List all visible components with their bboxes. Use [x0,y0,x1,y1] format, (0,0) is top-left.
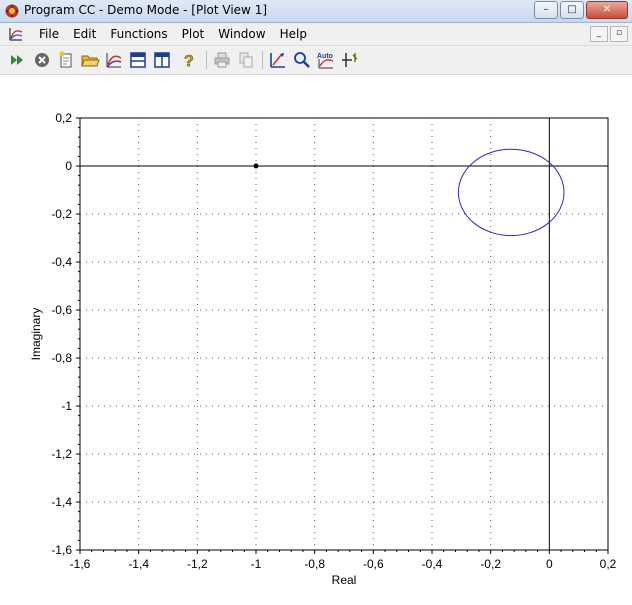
help-icon: ? [184,53,194,71]
y-tick-label: -1,6 [51,543,72,557]
plot-settings-button[interactable] [268,50,288,70]
open-button[interactable] [80,50,100,70]
y-tick-label: -0,8 [51,351,72,365]
close-button[interactable]: ✕ [586,1,628,19]
print-icon [214,52,230,68]
y-tick-label: 0 [65,159,72,173]
help-button[interactable]: ? [178,50,198,71]
x-axis-title: Real [332,573,357,587]
y-tick-label: 0,2 [55,111,72,125]
svg-text:?: ? [184,53,194,70]
open-folder-icon [81,55,100,67]
new-button[interactable] [56,50,76,70]
maximize-button[interactable]: □ [560,1,584,19]
y-tick-label: -1 [61,399,72,413]
plot-lines-icon [106,53,122,68]
app-icon [5,4,19,18]
plot-button[interactable] [104,50,124,70]
auto-scale-button[interactable]: Auto [316,50,336,70]
copy-icon [239,52,253,68]
critical-point-marker [253,163,259,169]
run-icon [11,55,23,65]
split-vertical-icon [154,52,170,68]
plot-frame [79,117,609,551]
x-tick-label: 0 [546,557,553,571]
menu-edit[interactable]: Edit [66,27,103,41]
x-tick-label: -1,6 [70,557,91,571]
new-document-icon [59,51,72,68]
x-tick-label: -0,4 [422,557,443,571]
toolbar-separator [262,51,263,69]
run-button[interactable] [8,50,28,70]
y-axis-title: Imaginary [29,308,43,361]
menu-file[interactable]: File [32,27,66,41]
x-tick-label: -1 [251,557,262,571]
x-tick-label: -1,2 [187,557,208,571]
x-tick-label: 0,2 [600,557,617,571]
split-horizontal-icon [130,52,146,68]
crosshair-button[interactable] [340,50,360,70]
menu-functions[interactable]: Functions [103,27,174,41]
title-bar: Program CC - Demo Mode - [Plot View 1] –… [0,0,632,23]
x-tick-label: -0,2 [480,557,501,571]
toolbar: ? Auto [0,46,632,75]
copy-button[interactable] [236,50,256,70]
y-tick-label: -1,2 [51,447,72,461]
plot-view-icon[interactable] [8,26,24,42]
toolbar-separator [206,51,207,69]
menu-help[interactable]: Help [273,27,314,41]
child-minimize-button[interactable]: _ [590,26,608,42]
y-tick-label: -0,2 [51,207,72,221]
y-tick-label: -0,6 [51,303,72,317]
print-button[interactable] [212,50,232,70]
menu-plot[interactable]: Plot [175,27,212,41]
y-tick-label: -1,4 [51,495,72,509]
zoom-icon [294,52,310,68]
child-restore-button[interactable]: ▫ [610,26,628,42]
menu-bar: File Edit Functions Plot Window Help _ ▫ [0,23,632,46]
stop-icon [35,53,49,67]
minimize-button[interactable]: – [534,1,558,19]
x-tick-label: -0,6 [363,557,384,571]
zoom-button[interactable] [292,50,312,70]
auto-scale-label: Auto [317,53,333,60]
x-tick-label: -0,8 [304,557,325,571]
stop-button[interactable] [32,50,52,70]
split-horizontal-button[interactable] [128,50,148,70]
plot-settings-icon [270,53,285,68]
split-vertical-button[interactable] [152,50,172,70]
auto-scale-icon: Auto [317,53,334,69]
nyquist-plot[interactable]: -1,6 -1,4 -1,2 -1 -0,8 -0,6 -0,4 -0,2 0 0,2 0,2 0 -0… [0,75,632,601]
crosshair-icon [342,53,358,67]
plot-view[interactable]: -1,6 -1,4 -1,2 -1 -0,8 -0,6 -0,4 -0,2 0 0,2 0,2 0 -0… [0,75,632,601]
window-title: Program CC - Demo Mode - [Plot View 1] [24,3,268,17]
x-tick-label: -1,4 [128,557,149,571]
menu-window[interactable]: Window [211,27,272,41]
y-tick-label: -0,4 [51,255,72,269]
